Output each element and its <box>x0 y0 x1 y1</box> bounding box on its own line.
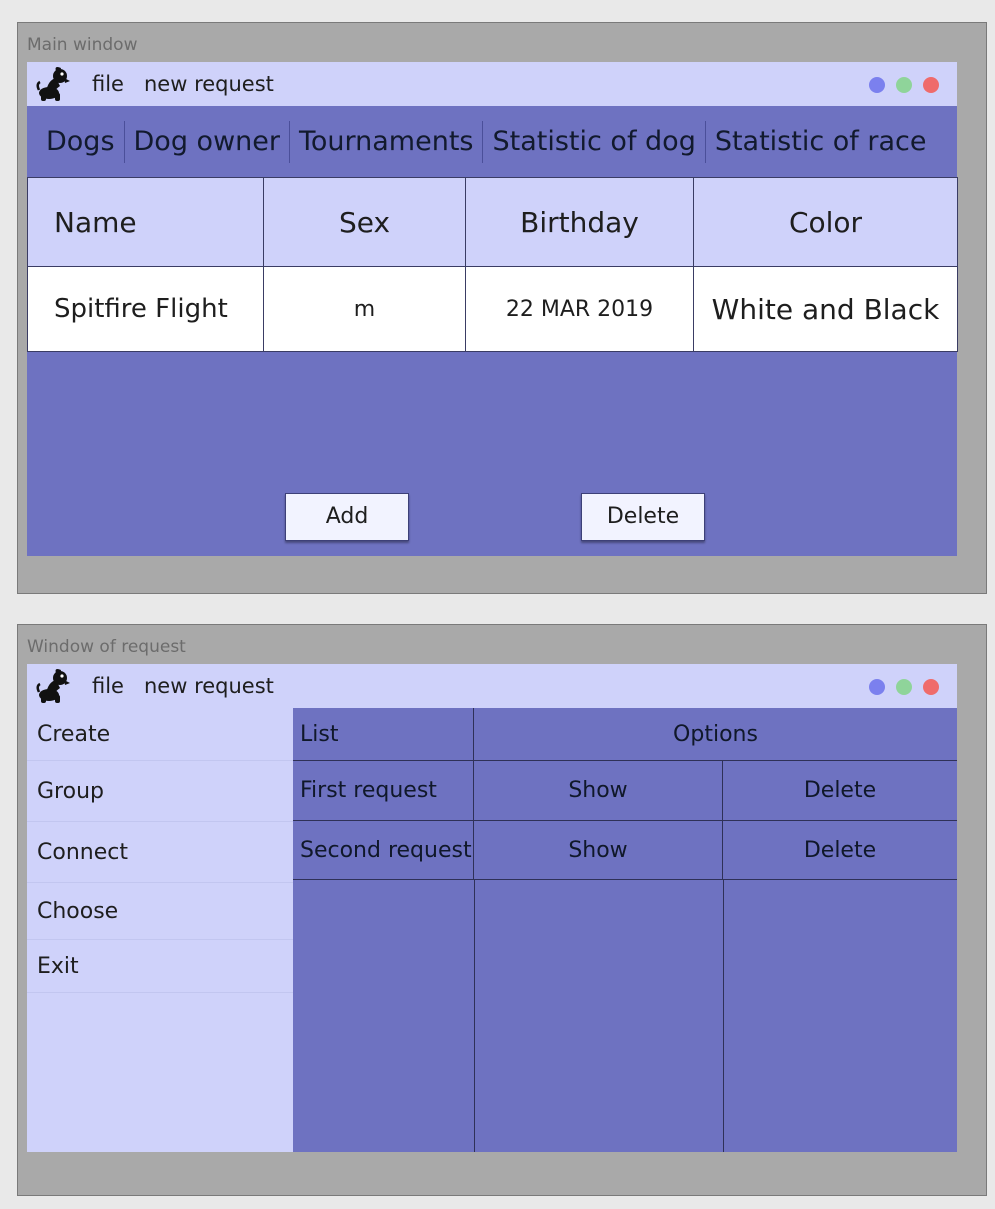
request-window-frame: Window of request file new request Creat… <box>17 624 987 1196</box>
column-header-options: Options <box>673 721 758 747</box>
column-divider <box>474 880 475 1152</box>
delete-button[interactable]: Delete <box>581 493 705 541</box>
list-item: First request Show Delete <box>293 761 957 821</box>
action-area: Add Delete <box>27 352 957 556</box>
sidebar-item-group[interactable]: Group <box>27 761 293 822</box>
request-list-header: List Options <box>293 708 957 761</box>
dog-icon <box>36 667 74 705</box>
request-window-frame-title: Window of request <box>27 637 186 657</box>
request-body: Create Group Connect Choose Exit List Op… <box>27 708 957 1152</box>
cell-sex[interactable]: m <box>263 266 466 352</box>
close-button[interactable] <box>923 679 939 695</box>
sidebar-item-exit[interactable]: Exit <box>27 940 293 993</box>
column-divider <box>723 880 724 1152</box>
main-window: file new request Dogs Dog owner Tourname… <box>27 62 958 556</box>
tab-statistic-of-race[interactable]: Statistic of race <box>706 126 936 157</box>
tab-dog-owner[interactable]: Dog owner <box>125 126 289 157</box>
sidebar-item-create[interactable]: Create <box>27 708 293 761</box>
cell-birthday[interactable]: 22 MAR 2019 <box>465 266 694 352</box>
table-row[interactable]: Spitfire Flight m 22 MAR 2019 White and … <box>27 266 958 352</box>
menu-new-request[interactable]: new request <box>144 72 274 96</box>
window-controls <box>869 77 939 93</box>
request-name[interactable]: Second request <box>293 821 474 879</box>
column-header-color[interactable]: Color <box>693 177 958 267</box>
tab-statistic-of-dog[interactable]: Statistic of dog <box>483 126 704 157</box>
table-header-row: Name Sex Birthday Color <box>27 177 958 267</box>
tab-bar: Dogs Dog owner Tournaments Statistic of … <box>27 106 957 177</box>
dog-icon <box>36 65 74 103</box>
window-controls <box>869 679 939 695</box>
request-list: List Options First request Show Delete S… <box>293 708 957 1152</box>
column-header-list: List <box>293 708 474 760</box>
minimize-button[interactable] <box>869 77 885 93</box>
request-window: file new request Create Group Connect Ch… <box>27 664 957 1152</box>
delete-request-button[interactable]: Delete <box>723 761 957 820</box>
menu-file[interactable]: file <box>92 674 124 698</box>
minimize-button[interactable] <box>869 679 885 695</box>
column-header-sex[interactable]: Sex <box>263 177 466 267</box>
sidebar-item-connect[interactable]: Connect <box>27 822 293 883</box>
column-header-birthday[interactable]: Birthday <box>465 177 694 267</box>
maximize-button[interactable] <box>896 679 912 695</box>
dogs-table: Name Sex Birthday Color Spitfire Flight … <box>27 177 958 352</box>
menu-file[interactable]: file <box>92 72 124 96</box>
add-button[interactable]: Add <box>285 493 409 541</box>
menu-new-request[interactable]: new request <box>144 674 274 698</box>
request-name[interactable]: First request <box>293 761 474 820</box>
cell-name[interactable]: Spitfire Flight <box>27 266 264 352</box>
tab-tournaments[interactable]: Tournaments <box>290 126 483 157</box>
main-window-frame: Main window file new request Dogs Dog ow… <box>17 22 987 594</box>
tab-dogs[interactable]: Dogs <box>37 126 124 157</box>
close-button[interactable] <box>923 77 939 93</box>
sidebar: Create Group Connect Choose Exit <box>27 708 293 1152</box>
empty-list-area <box>293 880 957 1152</box>
main-window-frame-title: Main window <box>27 35 138 55</box>
delete-request-button[interactable]: Delete <box>723 821 957 879</box>
list-item: Second request Show Delete <box>293 821 957 880</box>
column-header-name[interactable]: Name <box>27 177 264 267</box>
main-titlebar: file new request <box>27 62 957 106</box>
sidebar-item-choose[interactable]: Choose <box>27 883 293 940</box>
maximize-button[interactable] <box>896 77 912 93</box>
cell-color[interactable]: White and Black <box>693 266 958 352</box>
show-button[interactable]: Show <box>474 821 723 879</box>
request-titlebar: file new request <box>27 664 957 708</box>
show-button[interactable]: Show <box>474 761 723 820</box>
